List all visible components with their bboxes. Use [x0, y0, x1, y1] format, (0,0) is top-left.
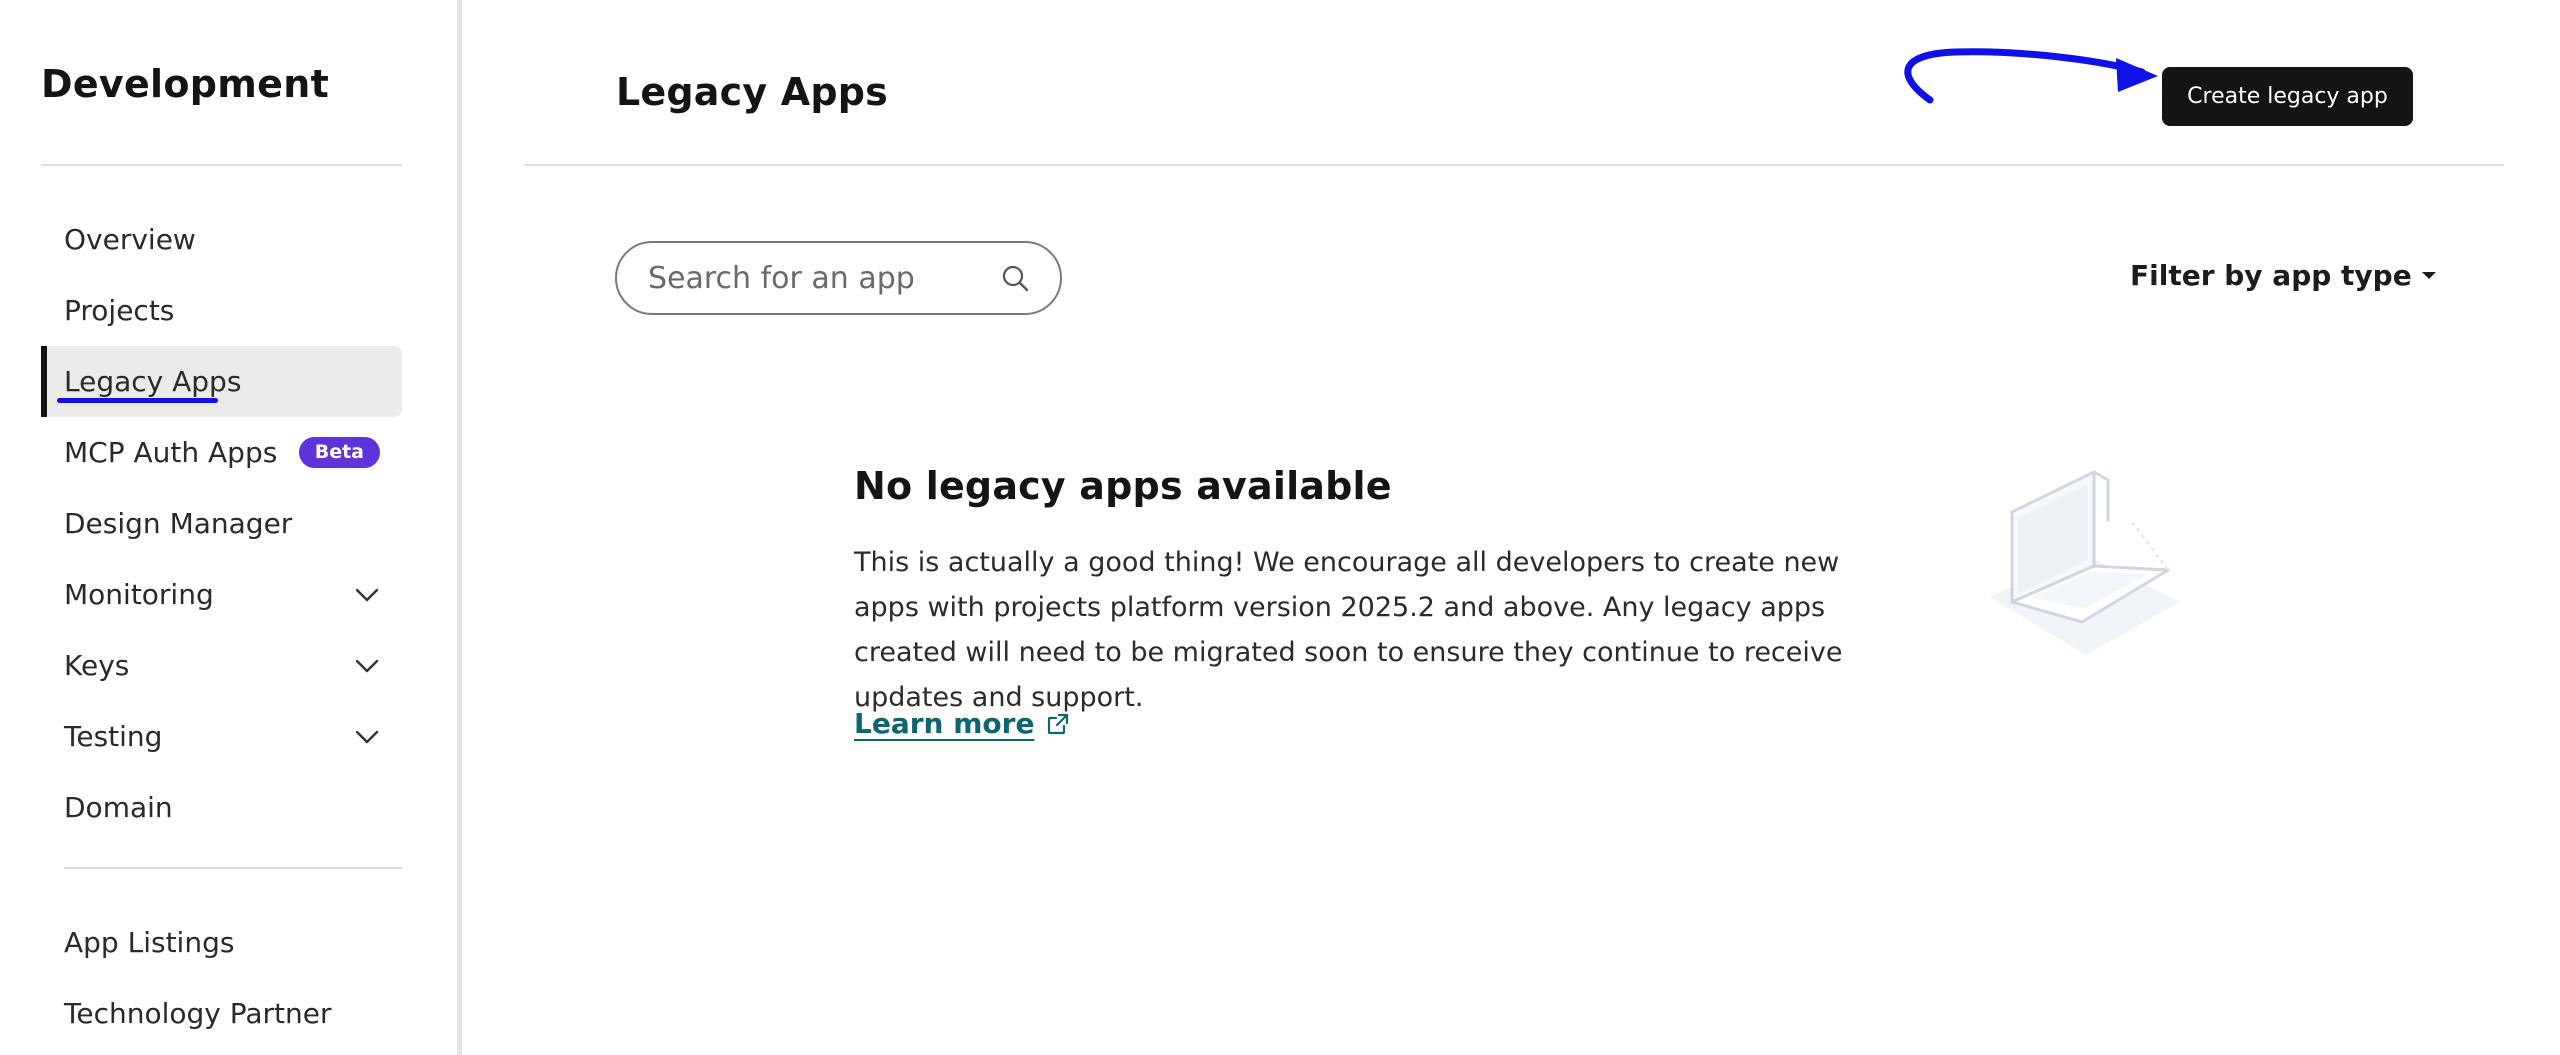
search-icon[interactable] — [1000, 263, 1030, 293]
header-divider — [525, 164, 2504, 166]
sidebar-item-label: Domain — [64, 791, 173, 824]
sidebar-item-overview[interactable]: Overview — [41, 204, 402, 275]
sidebar-item-app-listings[interactable]: App Listings — [41, 907, 402, 978]
sidebar-item-projects[interactable]: Projects — [41, 275, 402, 346]
sidebar-item-label: Projects — [64, 294, 175, 327]
sidebar-secondary-nav: App Listings Technology Partner — [41, 907, 402, 1049]
beta-badge: Beta — [298, 437, 380, 468]
sidebar-item-legacy-apps[interactable]: Legacy Apps — [41, 346, 402, 417]
sidebar-divider — [41, 164, 402, 166]
sidebar-item-label: App Listings — [64, 926, 235, 959]
page-title: Legacy Apps — [616, 70, 888, 114]
sidebar: Development Overview Projects Legacy App… — [0, 0, 462, 1055]
learn-more-label: Learn more — [854, 707, 1035, 740]
sidebar-item-domain[interactable]: Domain — [41, 772, 402, 843]
sidebar-item-technology-partner[interactable]: Technology Partner — [41, 978, 402, 1049]
sidebar-divider — [64, 867, 402, 869]
sidebar-title: Development — [41, 62, 330, 106]
sidebar-item-label: Legacy Apps — [64, 365, 242, 398]
sidebar-item-label: Monitoring — [64, 578, 214, 611]
empty-state-title: No legacy apps available — [854, 464, 1392, 508]
sidebar-item-label: Keys — [64, 649, 130, 682]
annotation-underline — [57, 398, 218, 403]
search-input[interactable] — [648, 260, 1000, 296]
sidebar-item-design-manager[interactable]: Design Manager — [41, 488, 402, 559]
sidebar-item-label: Design Manager — [64, 507, 293, 540]
chevron-down-icon[interactable] — [354, 729, 380, 745]
sidebar-item-label: Testing — [64, 720, 163, 753]
chevron-down-icon[interactable] — [354, 587, 380, 603]
sidebar-item-label: MCP Auth Apps — [64, 436, 278, 469]
annotation-arrow — [1904, 48, 2158, 104]
filter-by-app-type-dropdown[interactable]: Filter by app type — [2130, 259, 2436, 292]
caret-down-icon — [2421, 272, 2436, 279]
sidebar-item-label: Overview — [64, 223, 196, 256]
sidebar-item-mcp-auth-apps[interactable]: MCP Auth Apps Beta — [41, 417, 402, 488]
sidebar-item-keys[interactable]: Keys — [41, 630, 402, 701]
laptop-illustration — [1990, 470, 2180, 655]
learn-more-link[interactable]: Learn more — [854, 707, 1070, 740]
search-box[interactable] — [615, 241, 1062, 315]
sidebar-item-testing[interactable]: Testing — [41, 701, 402, 772]
empty-state-description: This is actually a good thing! We encour… — [854, 547, 1843, 713]
sidebar-nav: Overview Projects Legacy Apps MCP Auth A… — [41, 204, 402, 843]
sidebar-item-monitoring[interactable]: Monitoring — [41, 559, 402, 630]
filter-label: Filter by app type — [2130, 259, 2412, 292]
create-legacy-app-button[interactable]: Create legacy app — [2162, 67, 2413, 126]
chevron-down-icon[interactable] — [354, 658, 380, 674]
external-link-icon — [1048, 713, 1069, 734]
sidebar-item-label: Technology Partner — [64, 997, 332, 1030]
